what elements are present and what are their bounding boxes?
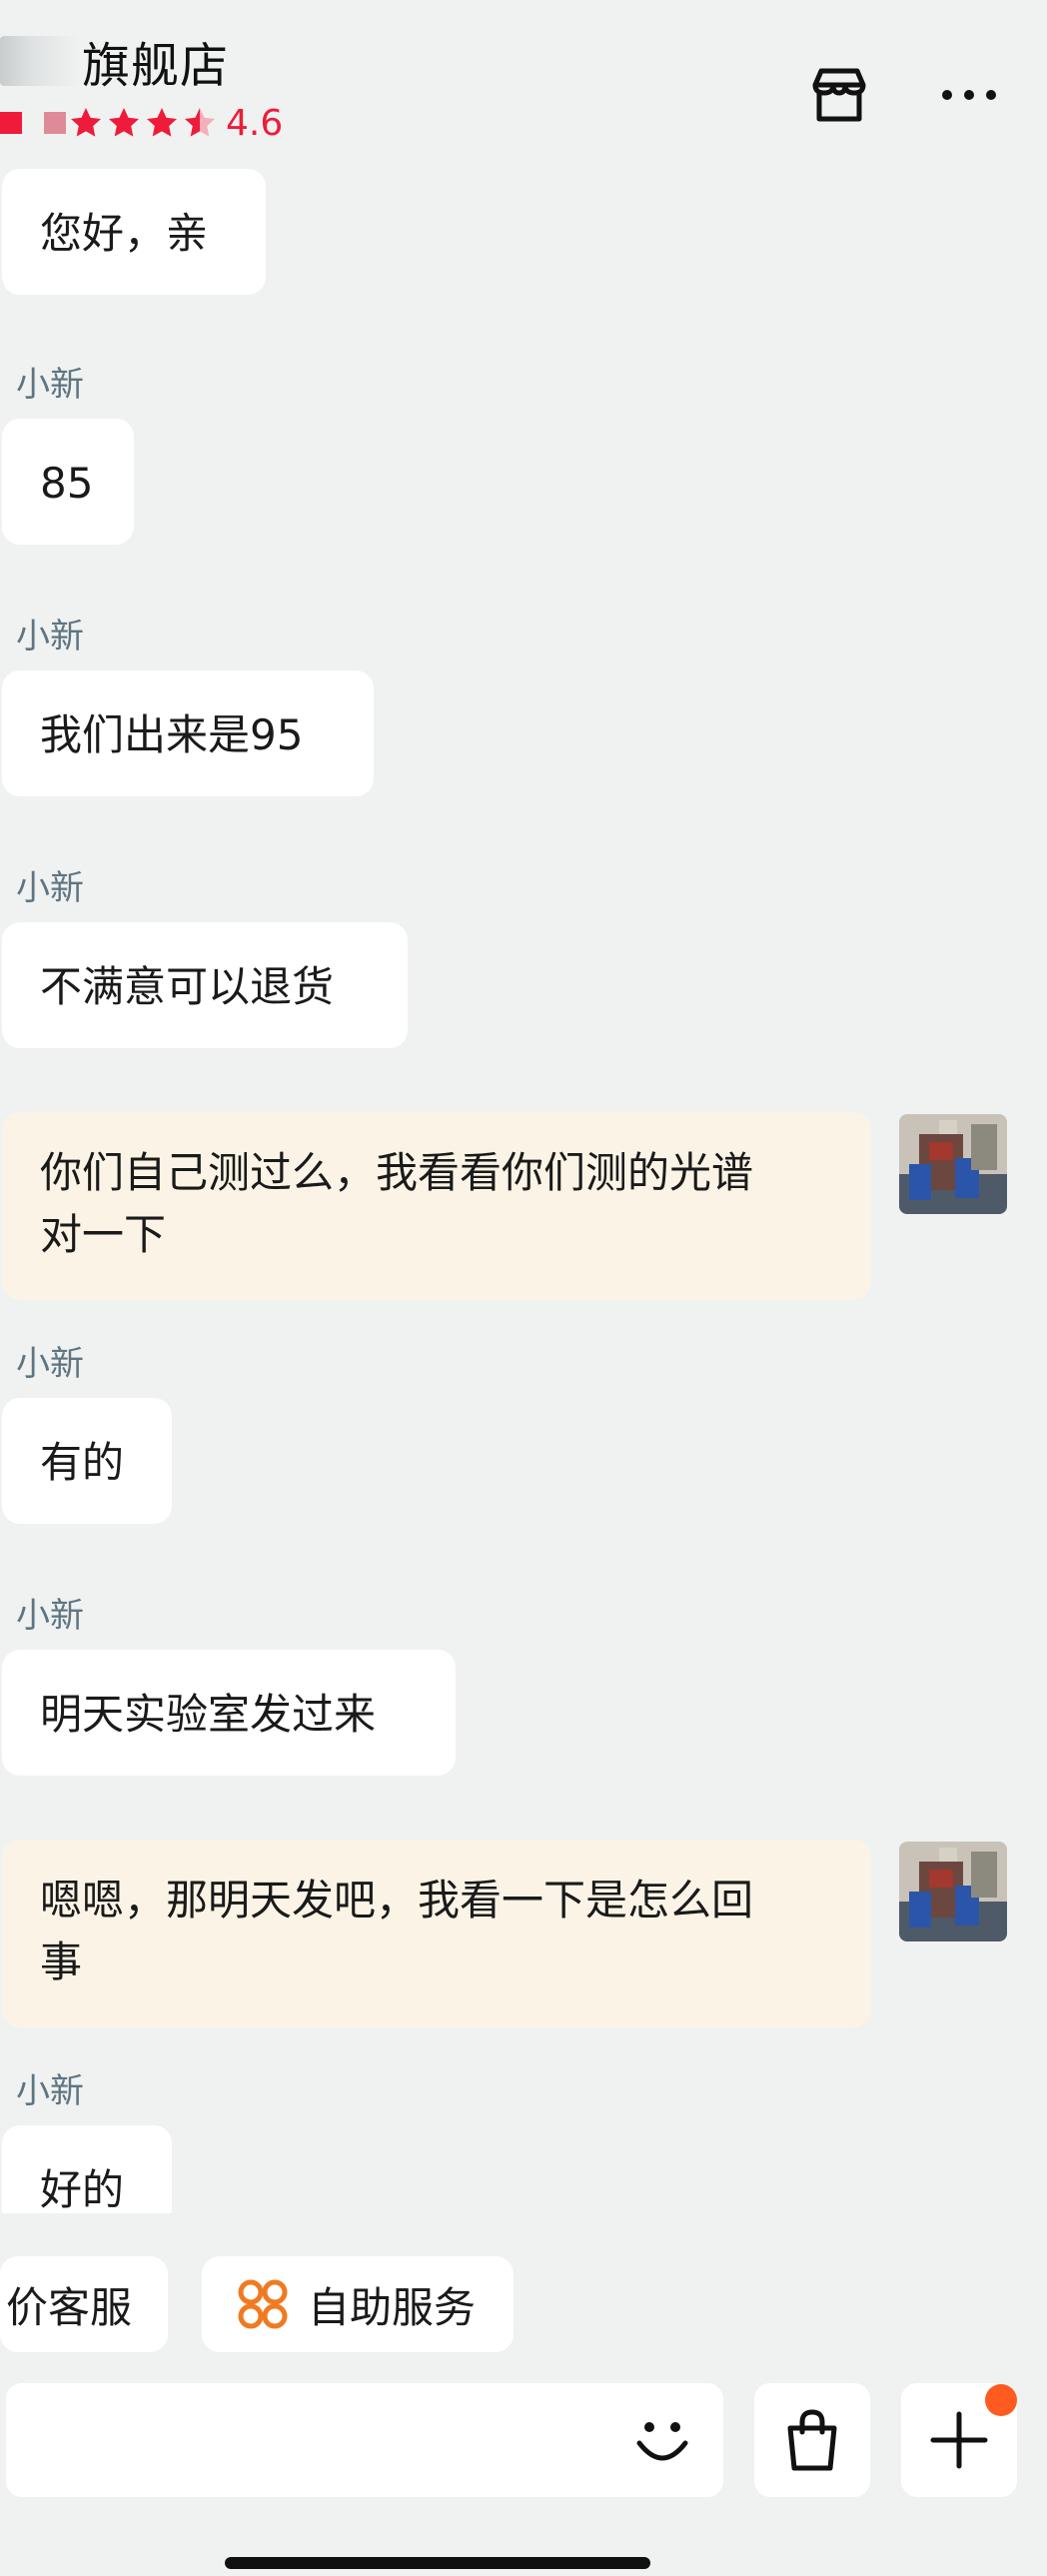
- quick-action-label: 自助服务: [308, 2282, 477, 2332]
- redacted-store-prefix: [0, 36, 80, 86]
- message-text-line: 嗯嗯，那明天发吧，我看一下是怎么回: [40, 1876, 754, 1925]
- my-message-bubble[interactable]: 嗯嗯，那明天发吧，我看一下是怎么回 事: [2, 1840, 871, 2027]
- rating-badge-secondary: [44, 112, 66, 134]
- star-icon: [147, 108, 177, 137]
- user-avatar[interactable]: [899, 1842, 1007, 1941]
- store-icon[interactable]: [804, 60, 874, 130]
- self-service-icon: [238, 2279, 288, 2329]
- shop-message-bubble[interactable]: 您好，亲: [2, 169, 266, 295]
- sender-name: 小新: [16, 365, 84, 405]
- message-text: 您好，亲: [40, 209, 209, 258]
- notification-dot: [985, 2384, 1017, 2416]
- shop-message-bubble[interactable]: 我们出来是95: [2, 670, 374, 796]
- store-rating: 4.6: [0, 100, 283, 146]
- sender-name: 小新: [16, 868, 84, 908]
- user-avatar[interactable]: [899, 1114, 1007, 1214]
- message-text: 不满意可以退货: [40, 962, 335, 1011]
- shop-message-bubble[interactable]: 不满意可以退货: [2, 922, 408, 1048]
- my-message-bubble[interactable]: 你们自己测过么，我看看你们测的光谱 对一下: [2, 1112, 871, 1300]
- message-input[interactable]: [6, 2383, 723, 2497]
- message-text: 明天实验室发过来: [40, 1690, 377, 1739]
- sender-name: 小新: [16, 2071, 84, 2111]
- quick-action-customer-service[interactable]: 价客服: [0, 2256, 168, 2352]
- rating-value: 4.6: [226, 102, 284, 144]
- quick-action-label: 价客服: [6, 2282, 133, 2332]
- message-text: 好的: [40, 2165, 125, 2213]
- chat-message-list[interactable]: 您好，亲 小新 85 小新 我们出来是95 小新 不满意可以退货 你们自己测过么…: [0, 165, 1047, 2213]
- more-icon[interactable]: [934, 60, 1004, 130]
- store-title[interactable]: 旗舰店: [0, 26, 229, 96]
- smile-icon[interactable]: [625, 2403, 699, 2477]
- shopping-bag-icon: [787, 2409, 837, 2471]
- quick-action-self-service[interactable]: 自助服务: [202, 2256, 514, 2352]
- shop-message-bubble[interactable]: 明天实验室发过来: [2, 1650, 456, 1776]
- message-text-line: 事: [40, 1937, 83, 1986]
- shop-message-bubble[interactable]: 好的: [2, 2125, 172, 2213]
- star-icon: [71, 108, 101, 137]
- star-icon: [109, 108, 139, 137]
- shop-message-bubble[interactable]: 85: [2, 419, 134, 545]
- home-indicator[interactable]: [225, 2557, 650, 2569]
- store-name: 旗舰店: [82, 38, 230, 94]
- message-text: 有的: [40, 1438, 125, 1487]
- shop-message-bubble[interactable]: 有的: [2, 1398, 172, 1524]
- rating-badge: [0, 112, 22, 134]
- message-text-line: 对一下: [40, 1210, 167, 1259]
- sender-name: 小新: [16, 1596, 84, 1636]
- half-star-icon: [185, 108, 215, 137]
- message-text-line: 你们自己测过么，我看看你们测的光谱: [40, 1148, 754, 1197]
- sender-name: 小新: [16, 617, 84, 656]
- message-text: 我们出来是95: [40, 710, 304, 759]
- plus-icon: [930, 2411, 988, 2469]
- shopping-bag-button[interactable]: [754, 2383, 870, 2497]
- chat-header: 旗舰店 4.6: [0, 0, 1047, 165]
- message-text: 85: [40, 459, 94, 508]
- sender-name: 小新: [16, 1344, 84, 1384]
